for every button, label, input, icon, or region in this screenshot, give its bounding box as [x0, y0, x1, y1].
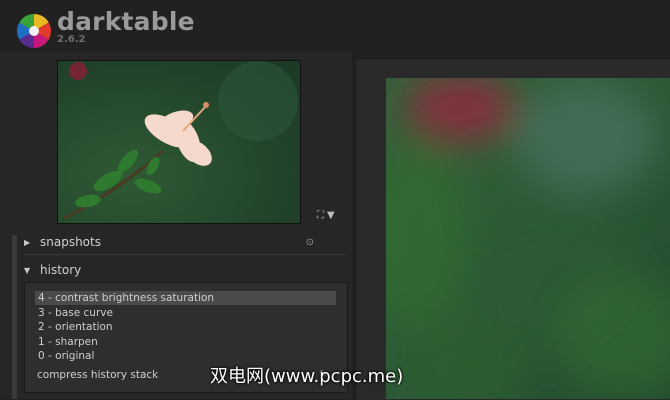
- app-title: darktable: [57, 7, 195, 36]
- snapshots-module-header[interactable]: ▶ snapshots ⊙: [24, 231, 346, 253]
- watermark: 双电网(www.pcpc.me): [210, 366, 404, 387]
- history-label: history: [40, 263, 82, 277]
- left-panel-scrollbar[interactable]: [12, 235, 17, 399]
- darktable-logo-icon: [17, 14, 51, 48]
- expand-arrow-icon: ▶: [24, 237, 31, 247]
- history-item[interactable]: 0 - original: [35, 349, 336, 363]
- app-version: 2.6.2: [57, 34, 86, 45]
- navigator-thumbnail[interactable]: [57, 60, 301, 224]
- compress-history-button[interactable]: compress history stack: [37, 369, 158, 381]
- history-item[interactable]: 4 - contrast brightness saturation: [35, 291, 336, 305]
- history-module-header[interactable]: ▼ history: [24, 259, 346, 281]
- main-image-view[interactable]: [386, 78, 670, 399]
- history-item[interactable]: 2 - orientation: [35, 320, 336, 334]
- snapshots-label: snapshots: [40, 235, 101, 249]
- fit-screen-icon[interactable]: ⛶: [317, 210, 324, 221]
- divider: [24, 254, 346, 255]
- history-item[interactable]: 1 - sharpen: [35, 335, 336, 349]
- collapse-arrow-icon: ▼: [24, 265, 31, 275]
- navigator-zoom-controls[interactable]: ⛶ ▼: [317, 210, 335, 221]
- history-item[interactable]: 3 - base curve: [35, 306, 336, 320]
- circle-dot-icon[interactable]: ⊙: [306, 237, 314, 248]
- triangle-down-icon[interactable]: ▼: [327, 210, 335, 221]
